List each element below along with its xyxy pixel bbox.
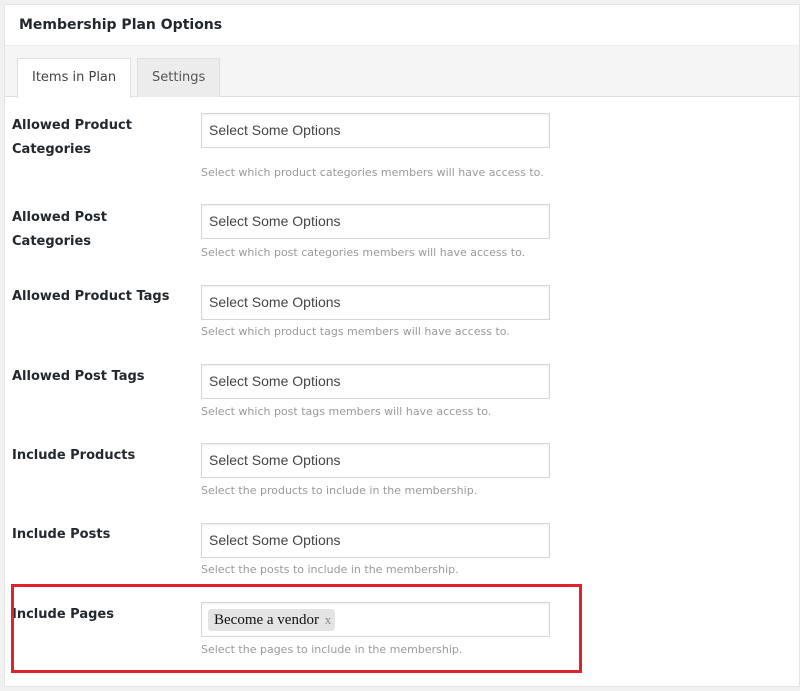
field-description: Select which post categories members wil… bbox=[201, 246, 526, 259]
panel-title: Membership Plan Options bbox=[19, 17, 223, 33]
product-categories-select[interactable]: Select Some Options bbox=[201, 113, 550, 148]
field-description: Select the products to include in the me… bbox=[201, 484, 478, 497]
include-posts-select[interactable]: Select Some Options bbox=[201, 523, 550, 558]
product-tags-select[interactable]: Select Some Options bbox=[201, 285, 550, 320]
field-label: Include Products bbox=[12, 448, 136, 463]
post-categories-select[interactable]: Select Some Options bbox=[201, 204, 550, 239]
tab-settings[interactable]: Settings bbox=[137, 58, 221, 97]
field-description: Select which product categories members … bbox=[201, 166, 544, 179]
field-label: Allowed Post Tags bbox=[12, 369, 145, 384]
field-description: Select which product tags members will h… bbox=[201, 325, 510, 338]
post-tags-select[interactable]: Select Some Options bbox=[201, 364, 550, 399]
panel-header: Membership Plan Options bbox=[5, 5, 799, 46]
field-description: Select the posts to include in the membe… bbox=[201, 563, 459, 576]
include-products-select[interactable]: Select Some Options bbox=[201, 443, 550, 478]
highlight-box bbox=[11, 584, 582, 673]
tab-bar: Items in Plan Settings bbox=[5, 46, 799, 98]
field-label: Include Posts bbox=[12, 527, 111, 542]
field-label: Allowed Product Categories bbox=[12, 118, 132, 157]
tab-items-in-plan[interactable]: Items in Plan bbox=[17, 58, 132, 98]
field-label: Allowed Product Tags bbox=[12, 289, 170, 304]
field-label: Allowed Post Categories bbox=[12, 210, 107, 249]
field-description: Select which post tags members will have… bbox=[201, 405, 492, 418]
